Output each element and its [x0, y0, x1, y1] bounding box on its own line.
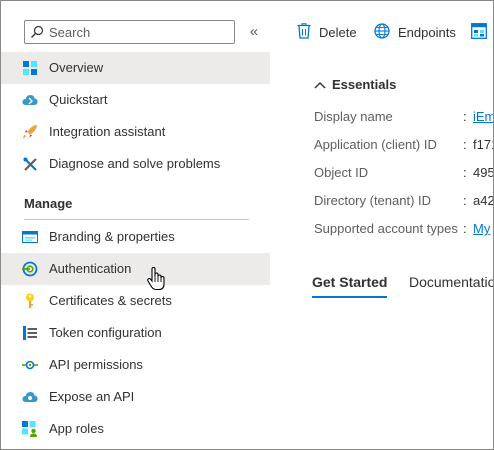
search-icon: [25, 21, 49, 43]
sidebar-item-authentication[interactable]: Authentication: [1, 253, 270, 285]
sidebar-item-label: Integration assistant: [49, 124, 166, 139]
endpoints-button[interactable]: Endpoints: [374, 21, 456, 43]
prop-label: Object ID: [314, 165, 369, 180]
cloud-api-icon: [22, 389, 38, 405]
app-window: Search « Overview Quickstart Integration…: [0, 0, 494, 450]
prop-label: Supported account types: [314, 221, 458, 236]
display-name-link[interactable]: iEm: [473, 109, 493, 124]
tenant-id-value: a42: [473, 193, 494, 208]
trash-icon: [297, 22, 311, 42]
globe-icon: [374, 22, 390, 42]
prop-colon: :: [463, 221, 467, 236]
collapse-sidebar-icon[interactable]: «: [247, 23, 261, 41]
essentials-title: Essentials: [332, 77, 397, 92]
sidebar-item-api-permissions[interactable]: API permissions: [1, 349, 270, 381]
sidebar-item-label: API permissions: [49, 357, 143, 372]
prop-label: Display name: [314, 109, 393, 124]
chevron-up-icon: [314, 81, 326, 88]
sidebar-item-label: Certificates & secrets: [49, 293, 172, 308]
account-types-link[interactable]: My: [473, 221, 493, 236]
sidebar-item-label: Quickstart: [49, 92, 108, 107]
overview-grid-icon: [22, 60, 38, 76]
section-divider: [24, 219, 249, 220]
sidebar-item-label: Branding & properties: [49, 229, 175, 244]
sidebar-item-label: Expose an API: [49, 389, 135, 404]
sidebar-item-app-roles[interactable]: App roles: [1, 413, 270, 445]
prop-colon: :: [463, 109, 467, 124]
key-icon: [22, 293, 38, 309]
prop-label: Directory (tenant) ID: [314, 193, 432, 208]
prop-colon: :: [463, 193, 467, 208]
sidebar-item-label: Diagnose and solve problems: [49, 156, 221, 171]
sidebar-item-branding[interactable]: Branding & properties: [1, 221, 270, 253]
sidebar-item-expose-api[interactable]: Expose an API: [1, 381, 270, 413]
token-bars-icon: [22, 325, 38, 341]
delete-button[interactable]: Delete: [297, 21, 357, 43]
object-id-value: 495: [473, 165, 494, 180]
main-panel: Delete Endpoints Essentials Display name…: [270, 1, 494, 449]
prop-label: Application (client) ID: [314, 137, 437, 152]
essentials-toggle[interactable]: Essentials: [314, 77, 396, 92]
sidebar-item-integration-assistant[interactable]: Integration assistant: [1, 116, 270, 148]
sidebar-item-token-configuration[interactable]: Token configuration: [1, 317, 270, 349]
search-input[interactable]: Search: [24, 20, 235, 44]
search-placeholder: Search: [49, 24, 91, 40]
section-title-manage: Manage: [24, 196, 73, 211]
api-permissions-icon: [22, 357, 38, 373]
app-window-icon: [471, 22, 487, 42]
sidebar-item-label: Token configuration: [49, 325, 162, 340]
authentication-icon: [22, 261, 38, 277]
sidebar-item-diagnose[interactable]: Diagnose and solve problems: [1, 148, 270, 180]
prop-colon: :: [463, 165, 467, 180]
delete-label: Delete: [319, 24, 357, 40]
cloud-quickstart-icon: [22, 92, 38, 108]
prop-colon: :: [463, 137, 467, 152]
sidebar-item-label: App roles: [49, 421, 104, 436]
sidebar: Search « Overview Quickstart Integration…: [1, 1, 270, 449]
app-roles-icon: [22, 421, 38, 437]
sidebar-item-label: Authentication: [49, 261, 132, 276]
client-id-value: f171: [473, 137, 493, 152]
endpoints-label: Endpoints: [398, 24, 456, 40]
tab-documentation[interactable]: Documentation: [409, 274, 493, 290]
sidebar-item-certificates[interactable]: Certificates & secrets: [1, 285, 270, 317]
tab-get-started[interactable]: Get Started: [312, 274, 388, 298]
hand-cursor-icon: [146, 266, 166, 291]
sidebar-item-overview[interactable]: Overview: [1, 52, 270, 84]
branding-card-icon: [22, 229, 38, 245]
wrench-icon: [22, 156, 38, 172]
more-toolbar-button[interactable]: [471, 21, 487, 43]
sidebar-item-quickstart[interactable]: Quickstart: [1, 84, 270, 116]
rocket-icon: [22, 124, 38, 140]
sidebar-item-label: Overview: [49, 60, 104, 75]
